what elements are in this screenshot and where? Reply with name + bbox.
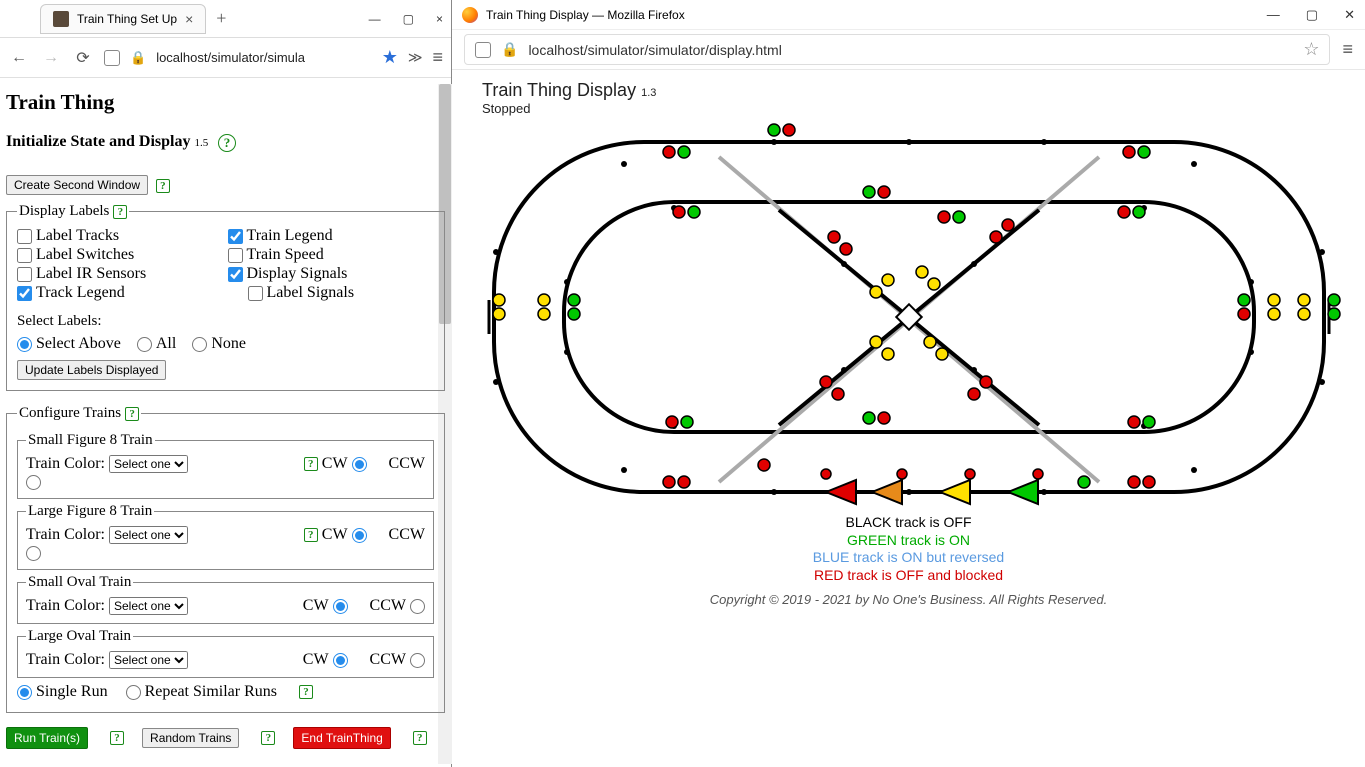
display-labels-legend: Display Labels? — [17, 203, 129, 220]
close-tab-icon[interactable]: × — [185, 11, 193, 27]
page-title: Train Thing — [6, 90, 445, 115]
train-speed-checkbox[interactable] — [228, 248, 243, 263]
lock-icon: 🔒 — [130, 50, 146, 66]
tab-strip: Train Thing Set Up × + — ▢ × — [0, 0, 451, 38]
menu-icon[interactable]: ≡ — [1342, 39, 1353, 60]
lock-icon: 🔒 — [501, 41, 518, 58]
display-signals-checkbox[interactable] — [228, 267, 243, 282]
minimize-icon[interactable]: — — [369, 12, 381, 26]
ccw-radio[interactable] — [410, 653, 425, 668]
update-labels-button[interactable]: Update Labels Displayed — [17, 360, 166, 380]
train-small-oval: Small Oval Train Train Color: Select one… — [17, 574, 434, 624]
train-color-select[interactable]: Select one — [109, 455, 188, 473]
train-large-fig8: Large Figure 8 Train Train Color: Select… — [17, 503, 434, 570]
shield-icon[interactable] — [104, 50, 120, 66]
maximize-icon[interactable]: ▢ — [1306, 7, 1318, 23]
url-text: localhost/simulator/simulator/display.ht… — [528, 42, 781, 58]
train-small-fig8: Small Figure 8 Train Train Color: Select… — [17, 432, 434, 499]
help-icon[interactable]: ? — [299, 685, 313, 699]
ccw-radio[interactable] — [352, 457, 367, 472]
url-bar: ← → ⟳ 🔒 localhost/simulator/simula ★ ≫ ≡ — [0, 38, 451, 78]
menu-icon[interactable]: ≡ — [432, 47, 443, 68]
label-signals-checkbox[interactable] — [248, 286, 263, 301]
new-tab-button[interactable]: + — [216, 8, 226, 29]
label-switches-checkbox[interactable] — [17, 248, 32, 263]
window-title: Train Thing Display — Mozilla Firefox — [486, 8, 685, 22]
setup-window: Train Thing Set Up × + — ▢ × ← → ⟳ 🔒 loc… — [0, 0, 452, 767]
select-above-radio[interactable] — [17, 337, 32, 352]
help-icon[interactable]: ? — [261, 731, 275, 745]
track-legend: BLACK track is OFF GREEN track is ON BLU… — [468, 514, 1349, 584]
help-icon[interactable]: ? — [304, 457, 318, 471]
display-area: Train Thing Display 1.3 Stopped — [452, 70, 1365, 617]
train-color-select[interactable]: Select one — [109, 651, 188, 669]
train-large-oval: Large Oval Train Train Color: Select one… — [17, 628, 434, 678]
ccw-radio[interactable] — [410, 599, 425, 614]
url-text[interactable]: localhost/simulator/simula — [156, 50, 372, 65]
display-window: Train Thing Display — Mozilla Firefox — … — [452, 0, 1365, 767]
train-legend-checkbox[interactable] — [228, 229, 243, 244]
random-trains-button[interactable]: Random Trains — [142, 728, 239, 748]
help-icon[interactable]: ? — [110, 731, 124, 745]
url-bar: 🔒 localhost/simulator/simulator/display.… — [452, 30, 1365, 70]
help-icon[interactable]: ? — [156, 179, 170, 193]
bookmark-star-icon[interactable]: ☆ — [1303, 39, 1319, 60]
forward-button[interactable]: → — [40, 49, 62, 67]
setup-content: Train Thing Initialize State and Display… — [6, 84, 445, 767]
copyright: Copyright © 2019 - 2021 by No One's Busi… — [468, 592, 1349, 607]
cw-radio[interactable] — [333, 653, 348, 668]
window-controls: — ▢ × — [369, 12, 443, 26]
train-extra-radio[interactable] — [26, 546, 41, 561]
firefox-icon — [462, 7, 478, 23]
label-ir-checkbox[interactable] — [17, 267, 32, 282]
maximize-icon[interactable]: ▢ — [403, 12, 414, 26]
titlebar: Train Thing Display — Mozilla Firefox — … — [452, 0, 1365, 30]
help-icon[interactable]: ? — [304, 528, 318, 542]
train-color-select[interactable]: Select one — [109, 526, 188, 544]
reload-button[interactable]: ⟳ — [72, 48, 94, 68]
select-all-radio[interactable] — [137, 337, 152, 352]
display-labels-fieldset: Display Labels? Label Tracks Label Switc… — [6, 203, 445, 391]
shield-icon[interactable] — [475, 42, 491, 58]
ccw-radio[interactable] — [352, 528, 367, 543]
url-field[interactable]: 🔒 localhost/simulator/simulator/display.… — [464, 34, 1330, 65]
select-labels-title: Select Labels: — [17, 313, 434, 330]
display-title: Train Thing Display 1.3 — [482, 80, 656, 100]
train-extra-radio[interactable] — [26, 475, 41, 490]
select-none-radio[interactable] — [192, 337, 207, 352]
favicon — [53, 11, 69, 27]
track-diagram — [474, 122, 1344, 512]
track-legend-checkbox[interactable] — [17, 286, 32, 301]
help-icon[interactable]: ? — [413, 731, 427, 745]
single-run-radio[interactable] — [17, 685, 32, 700]
help-icon[interactable]: ? — [113, 205, 127, 219]
minimize-icon[interactable]: — — [1267, 7, 1280, 23]
close-window-icon[interactable]: × — [436, 12, 443, 26]
repeat-runs-radio[interactable] — [126, 685, 141, 700]
bookmark-star-icon[interactable]: ★ — [382, 47, 398, 68]
train-color-select[interactable]: Select one — [109, 597, 188, 615]
configure-trains-fieldset: Configure Trains? Small Figure 8 Train T… — [6, 405, 445, 713]
run-trains-button[interactable]: Run Train(s) — [6, 727, 88, 749]
label-tracks-checkbox[interactable] — [17, 229, 32, 244]
back-button[interactable]: ← — [8, 49, 30, 67]
cw-radio[interactable] — [333, 599, 348, 614]
create-second-window-button[interactable]: Create Second Window — [6, 175, 148, 195]
display-status: Stopped — [482, 101, 530, 116]
help-icon[interactable]: ? — [125, 407, 139, 421]
section-title: Initialize State and Display 1.5 — [6, 133, 208, 151]
close-window-icon[interactable]: ✕ — [1344, 7, 1355, 23]
browser-tab[interactable]: Train Thing Set Up × — [40, 4, 206, 34]
overflow-chevron-icon[interactable]: ≫ — [408, 49, 423, 66]
help-icon[interactable]: ? — [218, 134, 236, 152]
tab-title: Train Thing Set Up — [77, 12, 177, 26]
end-trainthing-button[interactable]: End TrainThing — [293, 727, 390, 749]
configure-trains-legend: Configure Trains? — [17, 405, 141, 422]
